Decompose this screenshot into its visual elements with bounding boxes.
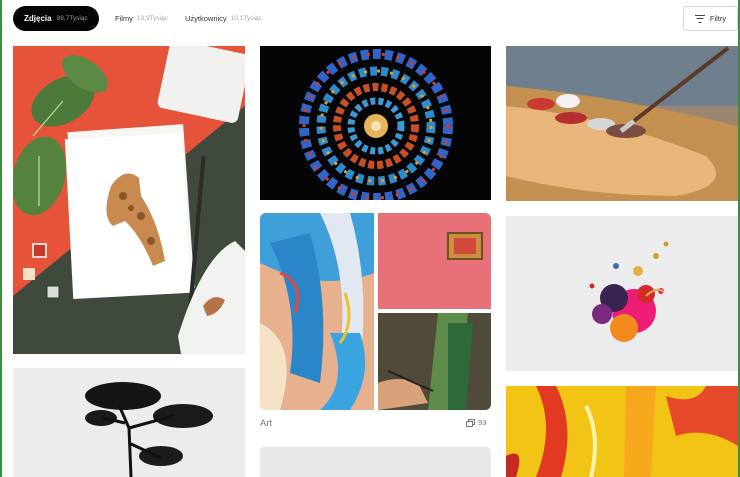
stained-glass-image <box>260 46 491 200</box>
filter-icon <box>694 14 705 23</box>
tab-users-count: 10,1Tysiąc <box>230 15 262 22</box>
paint-palette-image <box>506 46 738 201</box>
abstract-paint-image <box>260 213 374 410</box>
tab-photos-count: 88,7Tysiąc <box>56 15 88 22</box>
tab-films[interactable]: Filmy 13,9Tysiąc <box>115 6 168 31</box>
tab-users-label: Użytkownicy <box>185 14 227 23</box>
yellow-abstract-image <box>506 386 738 477</box>
search-tabs-bar: Zdjęcia 88,7Tysiąc Filmy 13,9Tysiąc Użyt… <box>0 0 740 40</box>
photo-giraffe-watercolor[interactable] <box>13 46 245 354</box>
photo-paint-palette[interactable] <box>506 46 738 201</box>
collection-photo-count: 93 <box>466 418 486 427</box>
photo-placeholder-loading[interactable] <box>260 447 491 477</box>
photo-yellow-abstract[interactable] <box>506 386 738 477</box>
filter-button[interactable]: Filtry <box>683 6 738 31</box>
paint-splash-image <box>506 216 738 371</box>
collection-art-card[interactable] <box>260 213 491 410</box>
tab-users[interactable]: Użytkownicy 10,1Tysiąc <box>185 6 262 31</box>
frame-border-left <box>0 0 2 477</box>
tab-films-count: 13,9Tysiąc <box>136 15 168 22</box>
collection-cover-main <box>260 213 374 410</box>
collection-cover-painting-hand <box>378 313 491 410</box>
painting-hand-image <box>378 313 491 410</box>
stack-icon <box>466 418 475 427</box>
filter-button-label: Filtry <box>709 14 727 23</box>
photo-stained-glass-spiral[interactable] <box>260 46 491 200</box>
collection-count-value: 93 <box>478 418 487 427</box>
tab-films-label: Filmy <box>115 14 133 23</box>
bw-tree-image <box>13 368 245 477</box>
tab-photos[interactable]: Zdjęcia 88,7Tysiąc <box>13 6 99 31</box>
photo-bw-tree[interactable] <box>13 368 245 477</box>
pink-wall-image <box>378 213 491 309</box>
giraffe-watercolor-image <box>13 46 245 354</box>
photo-paint-splash[interactable] <box>506 216 738 371</box>
collection-cover-pink-wall <box>378 213 491 309</box>
collection-title[interactable]: Art <box>260 418 272 429</box>
tab-photos-label: Zdjęcia <box>24 14 52 23</box>
